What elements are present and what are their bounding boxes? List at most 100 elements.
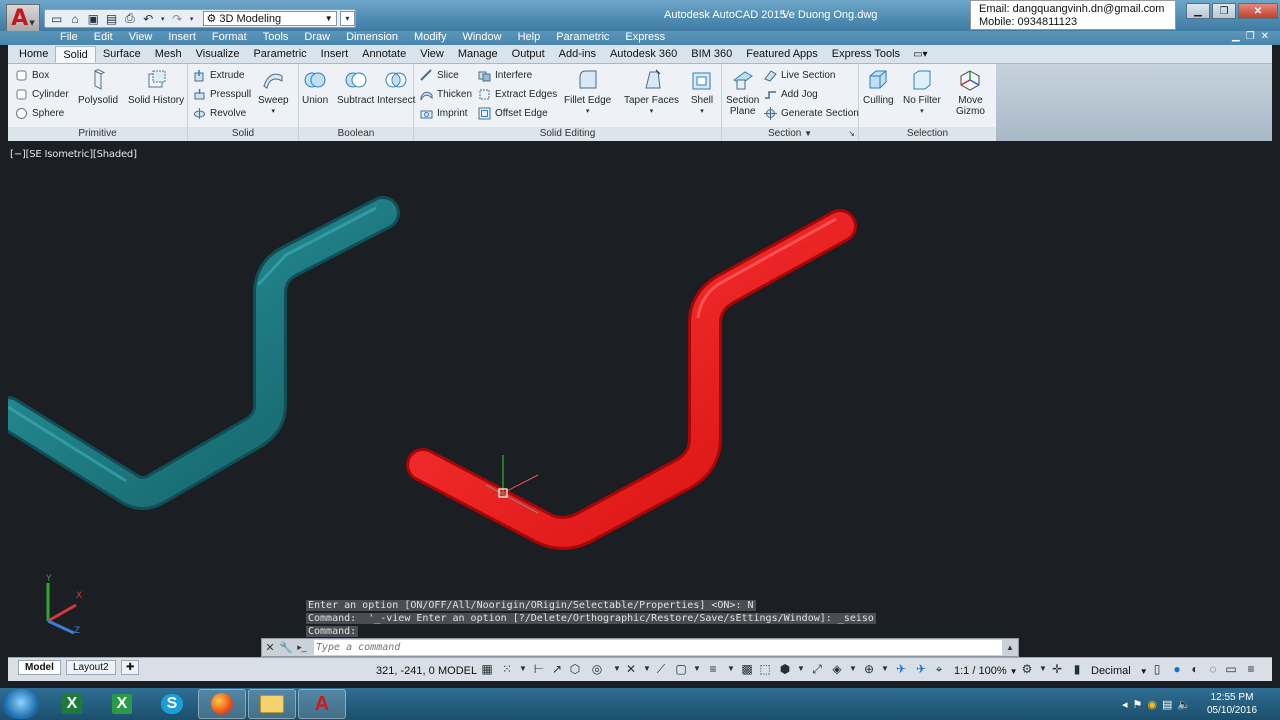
annotation-add-icon[interactable]: ✛ <box>1050 662 1064 676</box>
tab-mesh[interactable]: Mesh <box>148 46 189 63</box>
menu-edit[interactable]: Edit <box>86 31 121 44</box>
sweep-button[interactable]: Sweep ▾ <box>258 68 289 117</box>
wrench-icon[interactable]: 🔧 <box>278 639 294 656</box>
generate-section-button[interactable]: Generate Section <box>764 107 859 120</box>
menu-file[interactable]: File <box>52 31 86 44</box>
menu-dimension[interactable]: Dimension <box>338 31 406 44</box>
tab-view[interactable]: View <box>413 46 451 63</box>
autocad-icon[interactable]: A <box>298 689 346 719</box>
tab-bim-360[interactable]: BIM 360 <box>684 46 739 63</box>
polar-tracking-icon[interactable]: ↗ <box>550 662 564 676</box>
interfere-button[interactable]: Interfere <box>478 69 532 82</box>
live-section-button[interactable]: Live Section <box>764 69 835 82</box>
chevron-down-icon[interactable]: ▼ <box>640 662 654 676</box>
thicken-button[interactable]: Thicken <box>420 88 472 101</box>
culling-button[interactable]: Culling <box>863 68 894 106</box>
chevron-down-icon[interactable]: ▼ <box>1036 662 1050 676</box>
save-as-icon[interactable]: ▤ <box>104 11 119 26</box>
redo-dropdown-icon[interactable]: ▾ <box>188 11 196 26</box>
isolate-objects-icon[interactable]: ● <box>1170 662 1184 676</box>
panel-title-section[interactable]: Section ▼ ↘ <box>722 127 858 141</box>
firefox-icon[interactable] <box>198 689 246 719</box>
menu-window[interactable]: Window <box>454 31 509 44</box>
chevron-down-icon[interactable]: ▼ <box>794 662 808 676</box>
workspace-switch-gear-icon[interactable]: ⚙ <box>1020 662 1034 676</box>
slice-button[interactable]: Slice <box>420 69 459 82</box>
customization-menu-icon[interactable]: ≡ <box>1244 662 1258 676</box>
tab-layout2[interactable]: Layout2 <box>66 660 116 675</box>
tab-express-tools[interactable]: Express Tools <box>825 46 907 63</box>
hardware-acceleration-icon[interactable]: ◐ <box>1188 662 1202 676</box>
undo-dropdown-icon[interactable]: ▾ <box>159 11 167 26</box>
revolve-button[interactable]: Revolve <box>193 107 246 120</box>
save-icon[interactable]: ▣ <box>86 11 101 26</box>
model-space-canvas[interactable]: Y X Z <box>8 143 1272 656</box>
annotation-scale-icon[interactable]: ⌖ <box>932 662 946 676</box>
ortho-icon[interactable]: ⊢ <box>532 662 546 676</box>
red-pipe-solid[interactable] <box>406 209 857 550</box>
fillet-edge-button[interactable]: Fillet Edge ▾ <box>564 68 611 117</box>
auto-scale-icon[interactable]: ✈ <box>914 662 928 676</box>
tab-model[interactable]: Model <box>18 660 61 675</box>
menu-view[interactable]: View <box>121 31 161 44</box>
cylinder-button[interactable]: Cylinder <box>15 88 69 101</box>
undo-icon[interactable]: ↶ <box>141 11 156 26</box>
intersect-button[interactable]: Intersect <box>377 68 415 106</box>
teal-pipe-solid[interactable] <box>8 196 400 510</box>
shell-button[interactable]: Shell ▾ <box>690 68 714 117</box>
plot-icon[interactable]: ⎙ <box>122 11 137 26</box>
new-file-icon[interactable]: ▭ <box>49 11 64 26</box>
excel-file-icon[interactable]: X <box>98 689 146 719</box>
tab-surface[interactable]: Surface <box>96 46 148 63</box>
extract-edges-button[interactable]: Extract Edges <box>478 88 557 101</box>
network-icon[interactable]: ⚑ <box>1133 698 1143 711</box>
lineweight-icon[interactable]: ≡ <box>706 662 720 676</box>
taper-faces-button[interactable]: Taper Faces ▾ <box>624 68 679 117</box>
tab-home[interactable]: Home <box>12 46 55 63</box>
close-icon[interactable]: ✕ <box>1238 3 1278 19</box>
section-plane-button[interactable]: Section Plane <box>726 68 759 117</box>
drawing-viewport[interactable]: [−][SE Isometric][Shaded] Y X Z <box>8 143 1272 656</box>
isometric-draft-icon[interactable]: ⬡ <box>568 662 582 676</box>
redo-icon[interactable]: ↷ <box>170 11 185 26</box>
security-icon[interactable]: ▤ <box>1162 698 1172 711</box>
workspace-dropdown[interactable]: ⚙ 3D Modeling ▼ <box>202 11 337 26</box>
extrude-button[interactable]: Extrude <box>193 69 244 82</box>
tab-visualize[interactable]: Visualize <box>189 46 247 63</box>
menu-format[interactable]: Format <box>204 31 255 44</box>
menu-parametric[interactable]: Parametric <box>548 31 617 44</box>
menu-tools[interactable]: Tools <box>255 31 297 44</box>
tab-insert[interactable]: Insert <box>314 46 356 63</box>
dynamic-ucs-icon[interactable]: ⟋ <box>654 662 668 676</box>
annotation-visibility-icon[interactable]: ✈ <box>894 662 908 676</box>
speaker-icon[interactable]: 🔈 <box>1177 698 1191 711</box>
no-filter-dropdown[interactable]: No Filter ▾ <box>903 68 941 117</box>
chevron-down-icon[interactable]: ▼ <box>878 662 892 676</box>
maximize-icon[interactable]: ❐ <box>1212 3 1236 19</box>
ribbon-minimize-icon[interactable]: ▭▾ <box>907 47 933 63</box>
menu-draw[interactable]: Draw <box>296 31 338 44</box>
chrome-icon[interactable]: ◉ <box>1147 698 1157 711</box>
tab-output[interactable]: Output <box>505 46 552 63</box>
chevron-down-icon[interactable]: ▼ <box>724 662 738 676</box>
doc-close-icon[interactable]: ✕ <box>1261 31 1269 42</box>
clean-screen-icon[interactable]: ▭ <box>1224 662 1238 676</box>
selection-filter-icon[interactable]: ▢ <box>674 662 688 676</box>
tab-parametric[interactable]: Parametric <box>246 46 313 63</box>
tab-add-ins[interactable]: Add-ins <box>552 46 603 63</box>
command-input[interactable] <box>314 640 1002 655</box>
doc-restore-icon[interactable]: ❐ <box>1246 31 1255 42</box>
tab-manage[interactable]: Manage <box>451 46 505 63</box>
tab-featured-apps[interactable]: Featured Apps <box>739 46 825 63</box>
offset-edge-button[interactable]: Offset Edge <box>478 107 548 120</box>
chevron-down-icon[interactable]: ▼ <box>516 662 530 676</box>
transparency-icon[interactable]: ▩ <box>740 662 754 676</box>
object-snap-tracking-icon[interactable]: ◎ <box>590 662 604 676</box>
tab-solid[interactable]: Solid <box>55 46 96 63</box>
menu-modify[interactable]: Modify <box>406 31 454 44</box>
menu-express[interactable]: Express <box>617 31 673 44</box>
union-button[interactable]: Union <box>302 68 328 106</box>
doc-minimize-icon[interactable]: ▁ <box>1232 31 1240 42</box>
units-dropdown[interactable]: Decimal ▼ <box>1091 665 1148 677</box>
annotation-scale-dropdown[interactable]: 1:1 / 100% ▼ <box>954 665 1018 677</box>
